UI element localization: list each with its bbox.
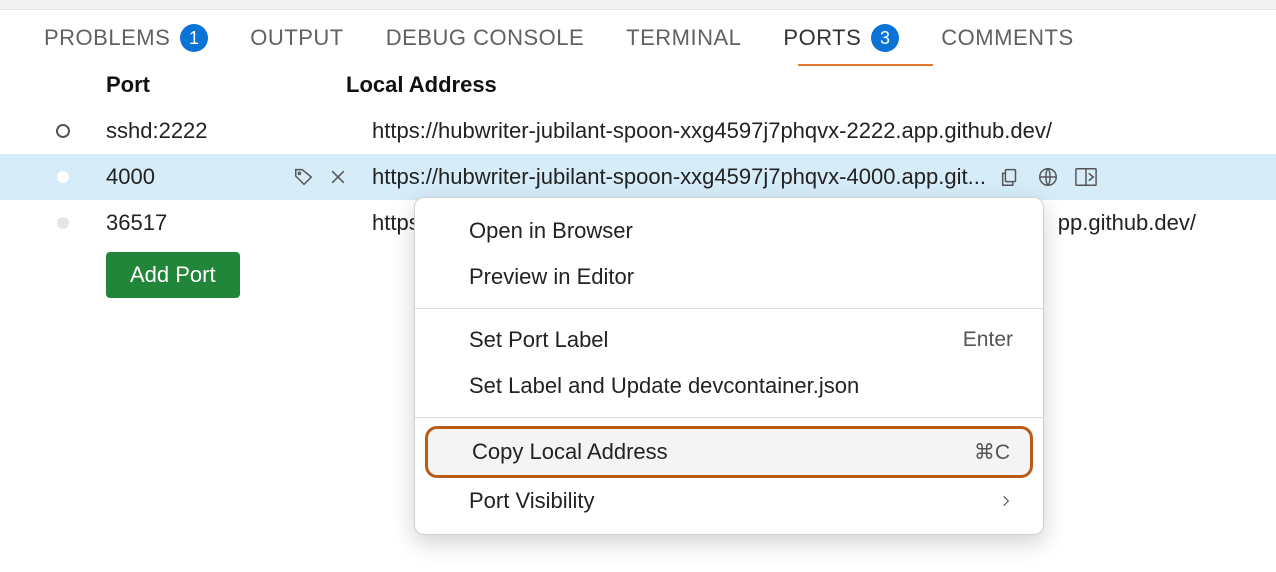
address-cell: https://hubwriter-jubilant-spoon-xxg4597… [372, 164, 1276, 190]
port-indicator [46, 217, 80, 229]
tab-debug-console[interactable]: DEBUG CONSOLE [386, 25, 584, 51]
panel-tabs: PROBLEMS 1 OUTPUT DEBUG CONSOLE TERMINAL… [0, 10, 1276, 62]
port-indicator [46, 171, 80, 183]
address-text-suffix: pp.github.dev/ [1058, 210, 1196, 236]
tab-ports-badge: 3 [871, 24, 899, 52]
tab-comments-label: COMMENTS [941, 25, 1073, 51]
address-row-actions [998, 165, 1098, 189]
tab-debug-console-label: DEBUG CONSOLE [386, 25, 584, 51]
ports-table-header: Port Local Address [0, 62, 1276, 108]
context-menu: Open in Browser Preview in Editor Set Po… [414, 197, 1044, 535]
port-cell: 4000 [106, 164, 372, 190]
tab-ports[interactable]: PORTS 3 [783, 24, 899, 52]
address-cell: https://hubwriter-jubilant-spoon-xxg4597… [372, 118, 1276, 144]
menu-item-label: Port Visibility [469, 488, 595, 514]
copy-icon[interactable] [998, 165, 1022, 189]
port-cell: 36517 [106, 210, 372, 236]
chevron-right-icon [999, 494, 1013, 508]
tab-ports-label: PORTS [783, 25, 861, 51]
port-label: 36517 [106, 210, 167, 236]
menu-preview-in-editor[interactable]: Preview in Editor [415, 254, 1043, 300]
circle-open-icon [56, 124, 70, 138]
port-row-actions [292, 165, 372, 189]
menu-separator [415, 308, 1043, 309]
globe-icon[interactable] [1036, 165, 1060, 189]
port-cell: sshd:2222 [106, 118, 372, 144]
tab-output[interactable]: OUTPUT [250, 25, 343, 51]
menu-item-label: Copy Local Address [472, 439, 668, 465]
port-label: sshd:2222 [106, 118, 208, 144]
close-icon[interactable] [326, 165, 350, 189]
menu-set-port-label[interactable]: Set Port Label Enter [415, 317, 1043, 363]
menu-set-label-devcontainer[interactable]: Set Label and Update devcontainer.json [415, 363, 1043, 409]
circle-filled-icon [57, 217, 69, 229]
menu-item-shortcut: ⌘C [974, 440, 1010, 465]
address-text: https://hubwriter-jubilant-spoon-xxg4597… [372, 164, 986, 190]
table-row[interactable]: 4000 https://hubwriter-jubilant-spoon-xx… [0, 154, 1276, 200]
panel-top-border [0, 0, 1276, 10]
menu-item-label: Open in Browser [469, 218, 633, 244]
column-header-local-address: Local Address [346, 72, 497, 98]
menu-separator [415, 417, 1043, 418]
tab-problems[interactable]: PROBLEMS 1 [44, 24, 208, 52]
tab-terminal[interactable]: TERMINAL [626, 25, 741, 51]
tab-comments[interactable]: COMMENTS [941, 25, 1073, 51]
column-header-port: Port [106, 72, 346, 98]
menu-port-visibility[interactable]: Port Visibility [415, 478, 1043, 524]
menu-open-in-browser[interactable]: Open in Browser [415, 208, 1043, 254]
table-row[interactable]: sshd:2222 https://hubwriter-jubilant-spo… [0, 108, 1276, 154]
split-preview-icon[interactable] [1074, 165, 1098, 189]
port-indicator [46, 124, 80, 138]
menu-item-shortcut: Enter [963, 328, 1013, 352]
menu-item-label: Set Port Label [469, 327, 608, 353]
circle-filled-icon [57, 171, 69, 183]
tab-problems-badge: 1 [180, 24, 208, 52]
tab-active-underline [798, 64, 933, 66]
tab-output-label: OUTPUT [250, 25, 343, 51]
menu-copy-local-address[interactable]: Copy Local Address ⌘C [425, 426, 1033, 478]
tab-problems-label: PROBLEMS [44, 25, 170, 51]
tag-icon[interactable] [292, 165, 316, 189]
menu-item-label: Set Label and Update devcontainer.json [469, 373, 859, 399]
add-port-button[interactable]: Add Port [106, 252, 240, 298]
menu-item-label: Preview in Editor [469, 264, 634, 290]
port-label: 4000 [106, 164, 155, 190]
tab-terminal-label: TERMINAL [626, 25, 741, 51]
address-text: https://hubwriter-jubilant-spoon-xxg4597… [372, 118, 1052, 144]
